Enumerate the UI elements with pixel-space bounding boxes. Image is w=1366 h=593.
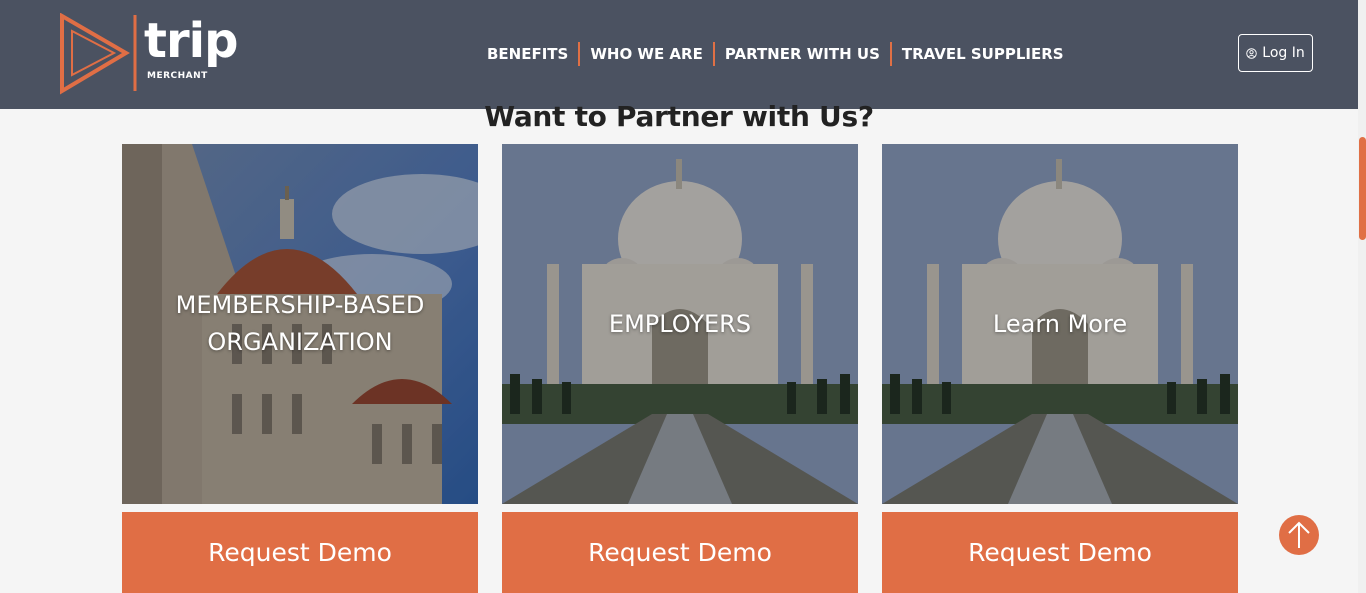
card-title-line: EMPLOYERS xyxy=(608,309,752,338)
main-nav: BENEFITS WHO WE ARE PARTNER WITH US TRAV… xyxy=(477,42,1074,66)
brand-logo[interactable]: trip MERCHANT xyxy=(58,13,248,95)
login-button[interactable]: Log In xyxy=(1238,34,1313,72)
site-header: trip MERCHANT BENEFITS WHO WE ARE PARTNE… xyxy=(0,0,1358,109)
card-title: MEMBERSHIP-BASED ORGANIZATION xyxy=(122,144,478,504)
nav-benefits[interactable]: BENEFITS xyxy=(477,42,578,66)
request-demo-button[interactable]: Request Demo xyxy=(882,512,1238,593)
nav-who-we-are[interactable]: WHO WE ARE xyxy=(580,42,713,66)
section-title: Want to Partner with Us? xyxy=(484,100,874,133)
scrollbar-thumb[interactable] xyxy=(1359,137,1366,240)
scroll-to-top-button[interactable] xyxy=(1279,515,1319,555)
partner-card-employers[interactable]: EMPLOYERS xyxy=(502,144,858,504)
card-title-line: ORGANIZATION xyxy=(207,328,393,356)
partner-card-learn-more[interactable]: Learn More xyxy=(882,144,1238,504)
request-demo-button[interactable]: Request Demo xyxy=(502,512,858,593)
card-title: EMPLOYERS xyxy=(502,144,858,504)
brand-wordmark: trip xyxy=(144,13,238,69)
brand-subtitle: MERCHANT xyxy=(147,71,208,81)
request-demo-button[interactable]: Request Demo xyxy=(122,512,478,593)
login-label: Log In xyxy=(1262,45,1305,61)
nav-partner-with-us[interactable]: PARTNER WITH US xyxy=(715,42,890,66)
user-circle-icon xyxy=(1246,47,1257,59)
page-scrollbar[interactable] xyxy=(1358,0,1366,593)
card-title-line: MEMBERSHIP-BASED xyxy=(175,291,425,319)
play-triangle-icon xyxy=(60,13,137,95)
partner-card-membership[interactable]: MEMBERSHIP-BASED ORGANIZATION xyxy=(122,144,478,504)
nav-travel-suppliers[interactable]: TRAVEL SUPPLIERS xyxy=(892,42,1074,66)
card-title: Learn More xyxy=(882,144,1238,504)
arrow-up-icon xyxy=(1288,521,1310,548)
card-title-line: Learn More xyxy=(992,309,1128,338)
